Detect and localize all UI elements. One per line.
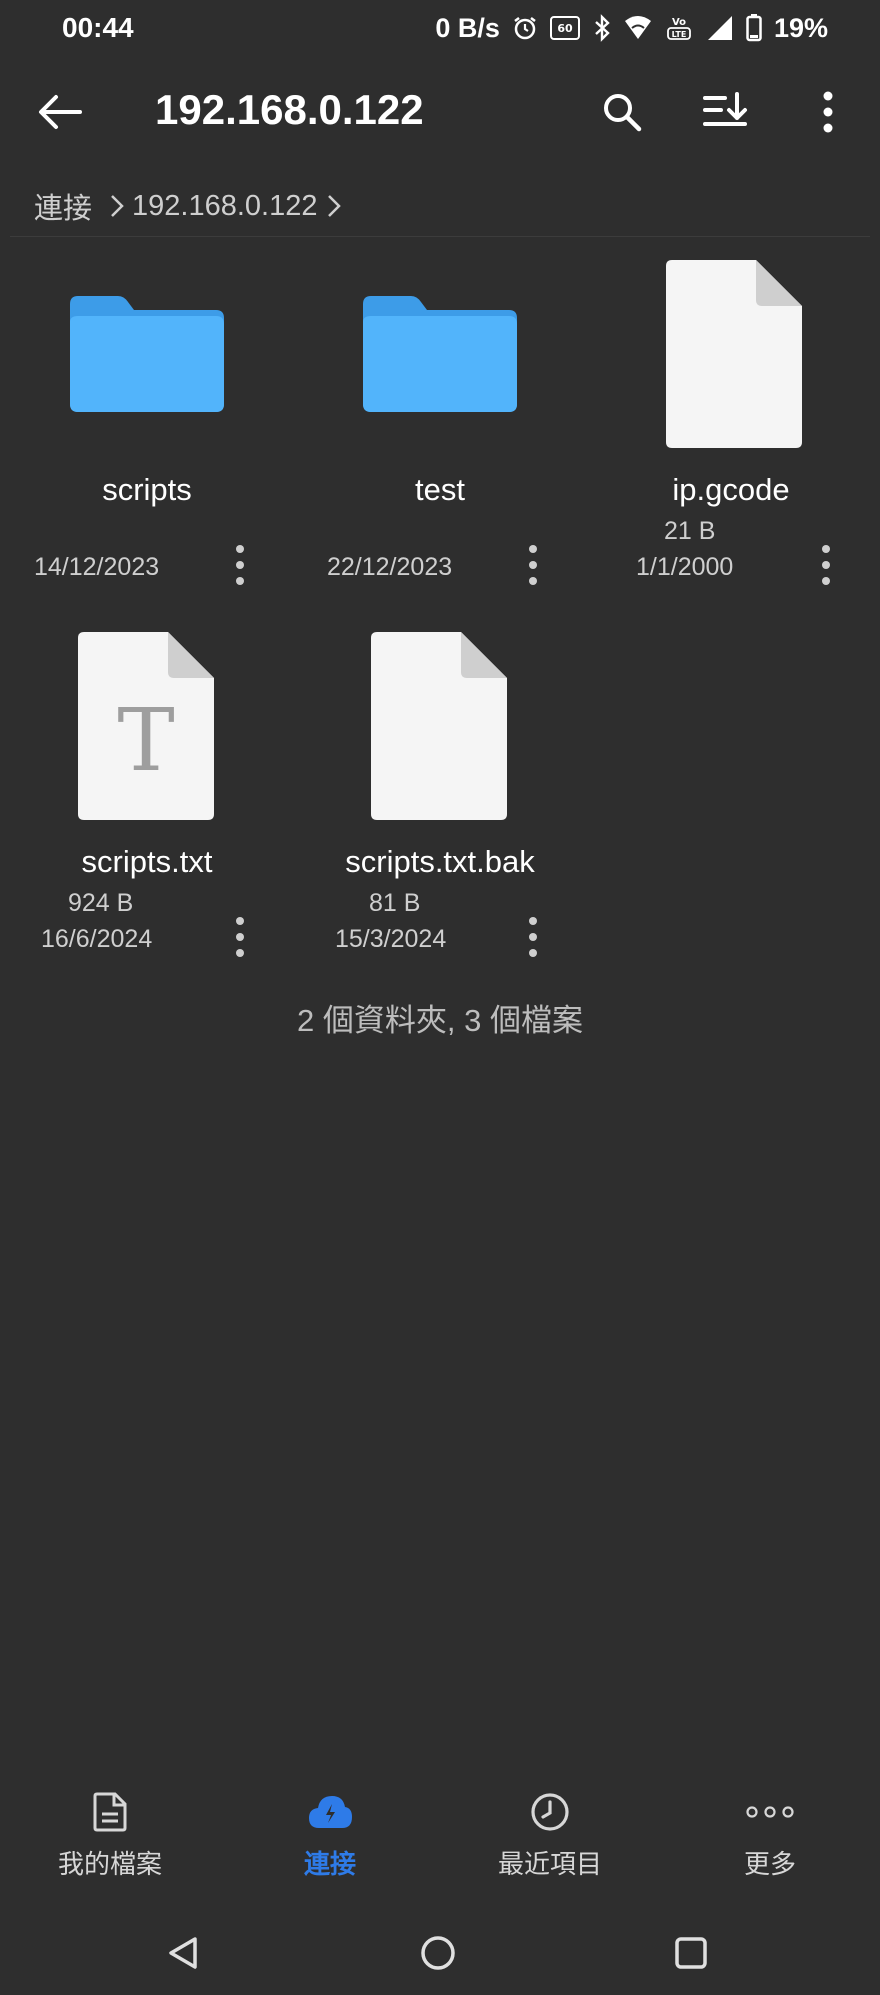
item-name: scripts (102, 472, 192, 507)
nav-more[interactable]: 更多 (660, 1780, 880, 1890)
search-button[interactable] (590, 82, 654, 142)
svg-text:T: T (117, 691, 174, 791)
divider (10, 236, 870, 237)
bluetooth-icon (592, 14, 612, 42)
page-title: 192.168.0.122 (155, 86, 424, 133)
clock-icon (530, 1784, 570, 1840)
grid-item-scripts-txt[interactable]: T scripts.txt 924 B 16/6/2024 (0, 622, 290, 972)
bottom-navigation: 我的檔案 連接 最近項目 更多 (0, 1780, 880, 1890)
item-name: ip.gcode (672, 472, 790, 507)
net-speed: 0 B/s (435, 12, 500, 43)
file-icon (369, 632, 509, 827)
sort-icon (703, 92, 747, 126)
more-vert-icon (529, 917, 537, 957)
chevron-right-icon (327, 194, 342, 218)
item-date: 14/12/2023 (34, 553, 160, 581)
chevron-right-icon (110, 194, 124, 218)
grid-item-ip-gcode[interactable]: ip.gcode 21 B 1/1/2000 (586, 250, 876, 600)
breadcrumb-item-host[interactable]: 192.168.0.122 (132, 190, 317, 223)
system-home-button[interactable] (403, 1918, 473, 1988)
item-menu-button[interactable] (513, 907, 553, 967)
svg-text:60: 60 (557, 22, 573, 35)
60hz-icon: 60 (549, 14, 580, 42)
more-vert-icon (529, 545, 537, 585)
app-bar: 192.168.0.122 (0, 56, 880, 168)
breadcrumb-item-connection[interactable]: 連接 (34, 185, 92, 227)
battery-icon (746, 14, 762, 42)
svg-text:Vo: Vo (672, 17, 686, 28)
item-menu-button[interactable] (806, 535, 846, 595)
system-back-button[interactable] (148, 1918, 218, 1988)
signal-icon (706, 14, 734, 42)
alarm-icon (512, 14, 538, 42)
text-file-icon: T (76, 632, 216, 827)
more-vert-icon (236, 917, 244, 957)
item-size: 21 B (664, 517, 716, 545)
file-icon (664, 260, 804, 455)
back-button[interactable] (30, 84, 90, 140)
nav-label: 我的檔案 (57, 1849, 162, 1879)
volte-icon: Vo LTE (664, 14, 694, 42)
folder-icon (359, 294, 519, 419)
item-size: 81 B (369, 889, 421, 917)
search-icon (604, 94, 642, 132)
system-recents-button[interactable] (656, 1918, 726, 1988)
nav-label: 最近項目 (497, 1849, 602, 1879)
item-date: 1/1/2000 (636, 553, 734, 581)
nav-label: 連接 (303, 1849, 356, 1879)
grid-item-test[interactable]: test 22/12/2023 (293, 250, 583, 600)
more-horiz-icon (746, 1784, 794, 1840)
grid-item-scripts-txt-bak[interactable]: scripts.txt.bak 81 B 15/3/2024 (293, 622, 583, 972)
item-name: test (415, 472, 465, 507)
status-bar: 00:44 0 B/s 60 Vo LTE 19% (0, 0, 880, 56)
back-arrow-icon (39, 95, 82, 129)
nav-my-files[interactable]: 我的檔案 (0, 1780, 220, 1890)
item-menu-button[interactable] (513, 535, 553, 595)
item-date: 16/6/2024 (41, 925, 153, 953)
more-vert-icon (822, 545, 830, 585)
status-time: 00:44 (62, 12, 134, 43)
svg-text:LTE: LTE (672, 30, 687, 39)
cloud-icon (307, 1784, 353, 1840)
triangle-back-icon (169, 1937, 197, 1969)
folder-summary: 2 個資料夾, 3 個檔案 (297, 1003, 583, 1038)
nav-connection[interactable]: 連接 (220, 1780, 440, 1890)
status-icons: 0 B/s 60 Vo LTE 19% (435, 13, 828, 44)
nav-recent[interactable]: 最近項目 (440, 1780, 660, 1890)
item-date: 15/3/2024 (335, 925, 447, 953)
grid-item-scripts[interactable]: scripts 14/12/2023 (0, 250, 290, 600)
nav-label: 更多 (743, 1849, 796, 1879)
circle-home-icon (421, 1936, 455, 1970)
system-navigation-bar (0, 1910, 880, 1995)
item-name: scripts.txt.bak (345, 844, 535, 879)
item-name: scripts.txt (81, 844, 213, 879)
wifi-icon (624, 14, 652, 42)
battery-percent: 19% (773, 12, 828, 43)
more-options-button[interactable] (800, 82, 856, 142)
item-menu-button[interactable] (220, 535, 260, 595)
item-date: 22/12/2023 (327, 553, 453, 581)
sort-button[interactable] (693, 82, 757, 142)
more-vert-icon (823, 91, 833, 133)
square-recents-icon (675, 1937, 707, 1969)
folder-icon (66, 294, 226, 419)
item-size: 924 B (68, 889, 134, 917)
item-menu-button[interactable] (220, 907, 260, 967)
more-vert-icon (236, 545, 244, 585)
file-icon (93, 1784, 127, 1840)
breadcrumb: 連接 192.168.0.122 (0, 178, 880, 234)
